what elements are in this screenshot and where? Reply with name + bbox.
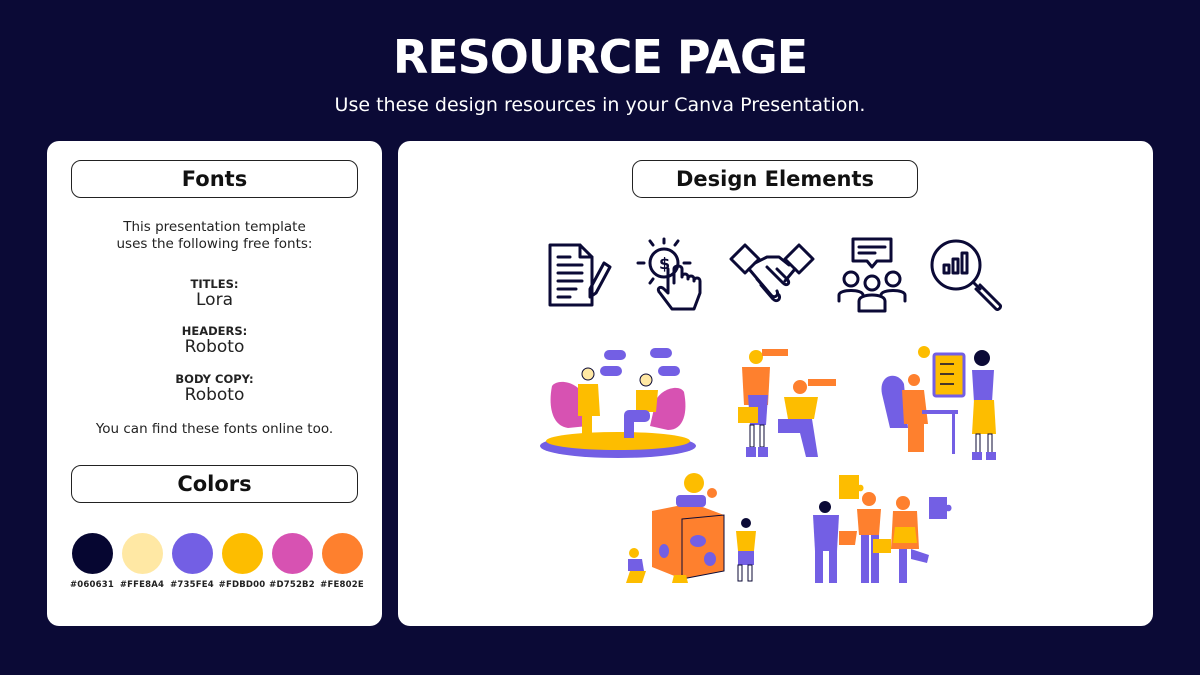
design-elements-heading: Design Elements — [632, 160, 918, 198]
color-swatch: #FDBD00 — [217, 533, 267, 590]
fonts-intro-line2: uses the following free fonts: — [116, 236, 313, 252]
color-hex-label: #FE802E — [320, 580, 364, 590]
colors-heading: Colors — [71, 465, 358, 503]
interview-illustration — [538, 346, 698, 471]
fonts-colors-panel: Fonts This presentation template uses th… — [47, 141, 382, 626]
color-hex-label: #D752B2 — [269, 580, 315, 590]
payment-click-icon: $ — [636, 235, 708, 315]
font-name: Lora — [196, 290, 233, 310]
office-work-illustration — [878, 344, 1018, 471]
color-swatches: #060631 #FFE8A4 #735FE4 #FDBD00 #D752B2 #FE80… — [67, 533, 367, 590]
font-entry-headers: HEADERS: Roboto — [47, 324, 382, 356]
contract-icon — [546, 239, 616, 311]
fonts-intro-line1: This presentation template — [123, 219, 306, 235]
font-label: TITLES: — [190, 277, 239, 291]
font-entry-titles: TITLES: Lora — [47, 277, 382, 309]
icon-row: $ — [546, 235, 1006, 315]
font-entry-body: BODY COPY: Roboto — [47, 372, 382, 404]
color-dot — [221, 533, 263, 574]
color-dot — [71, 533, 113, 574]
color-swatch: #FE802E — [317, 533, 367, 590]
color-hex-label: #060631 — [69, 580, 114, 590]
fonts-intro: This presentation template uses the foll… — [47, 219, 382, 253]
puzzle-team-illustration — [803, 471, 963, 596]
page-title: RESOURCE PAGE — [392, 30, 808, 84]
handshake-icon — [727, 239, 817, 311]
explorers-illustration — [728, 345, 868, 470]
team-discussion-icon — [837, 235, 907, 315]
color-swatch: #735FE4 — [167, 533, 217, 590]
page-subtitle: Use these design resources in your Canva… — [334, 94, 866, 116]
fonts-heading: Fonts — [71, 160, 358, 198]
color-hex-label: #FDBD00 — [218, 580, 266, 590]
color-dot — [171, 533, 213, 574]
design-elements-panel: Design Elements $ — [398, 141, 1153, 626]
color-swatch: #060631 — [67, 533, 117, 590]
font-name: Roboto — [184, 337, 245, 357]
color-swatch: #D752B2 — [267, 533, 317, 590]
teamwork-cube-illustration — [620, 471, 770, 591]
fonts-footer: You can find these fonts online too. — [95, 421, 334, 437]
font-label: BODY COPY: — [175, 372, 254, 386]
analytics-search-icon — [926, 235, 1006, 315]
font-label: HEADERS: — [181, 324, 248, 338]
color-swatch: #FFE8A4 — [117, 533, 167, 590]
color-hex-label: #735FE4 — [170, 580, 214, 590]
color-dot — [271, 533, 313, 574]
color-dot — [121, 533, 163, 574]
font-name: Roboto — [184, 385, 245, 405]
color-dot — [321, 533, 363, 574]
color-hex-label: #FFE8A4 — [119, 580, 165, 590]
